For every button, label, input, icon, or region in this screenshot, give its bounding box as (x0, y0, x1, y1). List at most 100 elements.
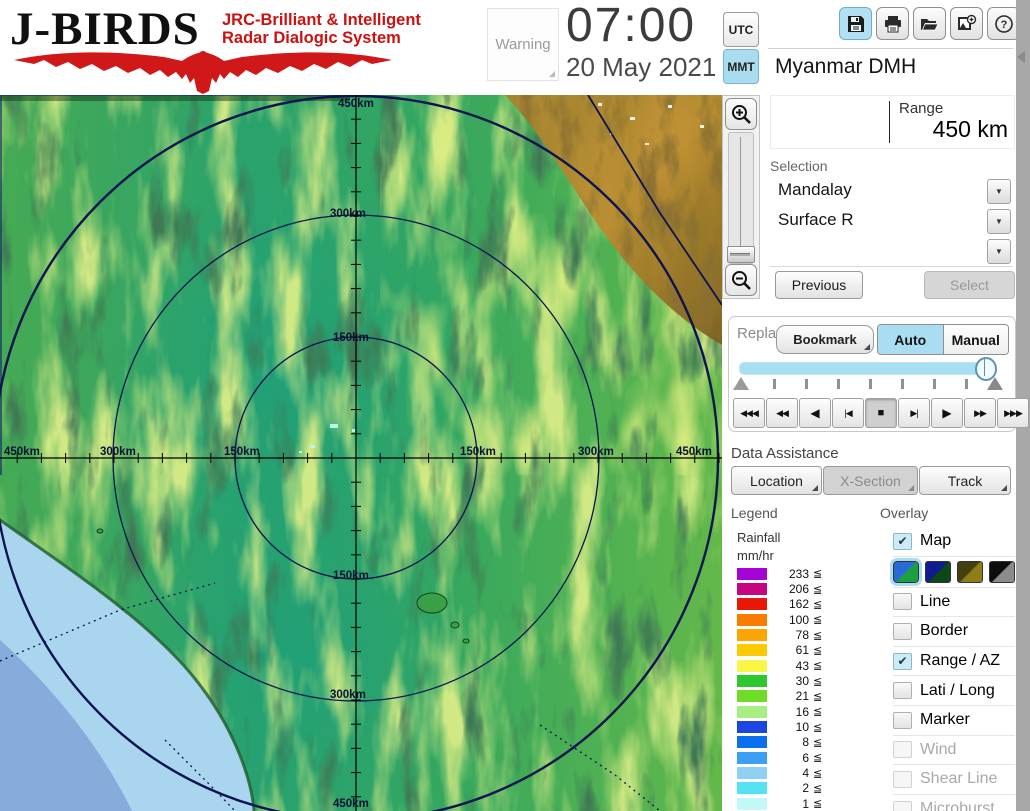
open-file-button[interactable] (913, 7, 946, 40)
checked-checkbox-range-az[interactable]: ✔ (893, 652, 912, 670)
step-forward-button[interactable]: ▶| (898, 398, 930, 428)
svg-text:300km: 300km (100, 446, 136, 458)
chevron-down-icon[interactable]: ▼ (987, 209, 1011, 234)
replay-panel: Replay Bookmark Auto Manual ◀◀◀ ◀◀ ◀ |◀ ■ ▶| ▶… (728, 316, 1029, 432)
forward-double-button[interactable]: ▶▶ (964, 398, 996, 428)
legend-color-swatch (737, 751, 767, 764)
checkbox-wind (893, 741, 912, 759)
legend-row: 78 ≦ (737, 627, 857, 642)
replay-timeline-track[interactable] (739, 362, 993, 375)
checkbox-marker[interactable] (893, 711, 912, 729)
map-style-swatch-terrain-dark[interactable] (925, 560, 951, 583)
utc-button[interactable]: UTC (723, 12, 759, 47)
legend-row: 16 ≦ (737, 704, 857, 719)
overlay-label: Shear Line (920, 770, 998, 788)
zoom-slider-rail[interactable] (728, 132, 754, 264)
legend-color-swatch (737, 736, 767, 749)
previous-button[interactable]: Previous (775, 271, 863, 299)
legend-color-swatch (737, 613, 767, 626)
map-style-swatch-terrain-gray[interactable] (989, 560, 1015, 583)
mmt-button[interactable]: MMT (723, 49, 759, 84)
step-back-button[interactable]: |◀ (832, 398, 864, 428)
warning-button[interactable]: Warning (487, 8, 559, 81)
legend-row: 2 ≦ (737, 781, 857, 796)
play-button[interactable]: ▶ (931, 398, 963, 428)
legend-operator: ≦ (813, 675, 823, 688)
checkbox-line[interactable] (893, 593, 912, 611)
product-dropdown[interactable]: Surface R ▼ (770, 206, 1013, 237)
overlay-item-line[interactable]: Line (893, 588, 1015, 618)
zoom-in-button[interactable] (725, 98, 757, 130)
overlay-item-map[interactable]: ✔ Map (893, 527, 1015, 557)
xsection-button[interactable]: X-Section (823, 466, 918, 495)
rewind-double-button[interactable]: ◀◀ (766, 398, 798, 428)
legend-value: 78 (795, 628, 809, 643)
legend-value: 30 (795, 674, 809, 689)
stop-button[interactable]: ■ (865, 398, 897, 428)
legend-row: 61 ≦ (737, 643, 857, 658)
station-dropdown[interactable]: Mandalay ▼ (770, 176, 1013, 207)
legend-color-swatch (737, 629, 767, 642)
legend-operator: ≦ (813, 598, 823, 611)
legend-operator: ≦ (813, 614, 823, 627)
zoom-out-button[interactable] (725, 264, 757, 296)
magnifier-minus-icon (732, 271, 751, 290)
legend-value: 16 (795, 704, 809, 719)
map-style-swatch-terrain-color[interactable] (890, 557, 922, 586)
location-button[interactable]: Location (731, 466, 822, 495)
play-reverse-button[interactable]: ◀ (799, 398, 831, 428)
forward-triple-button[interactable]: ▶▶▶ (997, 398, 1029, 428)
checkbox-lati-long[interactable] (893, 682, 912, 700)
legend-value: 1 (802, 796, 809, 811)
save-button[interactable] (839, 7, 872, 40)
overlay-item-lati-long[interactable]: Lati / Long (893, 676, 1015, 706)
legend-row: 6 ≦ (737, 750, 857, 765)
zoom-widget (722, 95, 760, 299)
clock-time: 07:00 (566, 0, 697, 52)
checked-checkbox-map[interactable]: ✔ (893, 532, 912, 550)
export-image-button[interactable] (950, 7, 983, 40)
save-icon (847, 15, 864, 32)
legend-value: 43 (795, 658, 809, 673)
map-style-swatch-terrain-olive[interactable] (957, 560, 983, 583)
checkbox-shear-line (893, 770, 912, 788)
rewind-triple-button[interactable]: ◀◀◀ (733, 398, 765, 428)
clock-date: 20 May 2021 (566, 52, 717, 82)
track-button[interactable]: Track (919, 466, 1011, 495)
help-icon: ? (994, 14, 1013, 33)
timeline-ticks (729, 377, 1015, 393)
svg-text:150km: 150km (333, 570, 369, 582)
option-dropdown[interactable]: ▼ (770, 236, 1013, 267)
checkbox-border[interactable] (893, 622, 912, 640)
bookmark-button[interactable]: Bookmark (776, 325, 874, 354)
overlay-title: Overlay (880, 505, 929, 521)
svg-text:450km: 450km (338, 98, 374, 110)
panel-collapse-arrow-icon[interactable] (1017, 51, 1025, 63)
overlay-label: Lati / Long (920, 681, 995, 699)
manual-button[interactable]: Manual (943, 325, 1008, 354)
legend-value: 100 (788, 612, 809, 627)
svg-text:450km: 450km (4, 446, 40, 458)
overlay-item-border[interactable]: Border (893, 617, 1015, 647)
data-assistance-label: Data Assistance (731, 445, 839, 462)
checkbox-microburst (893, 800, 912, 811)
legend-row: 1 ≦ (737, 796, 857, 811)
legend-row: 21 ≦ (737, 689, 857, 704)
selection-label: Selection (770, 158, 828, 174)
product-value: Surface R (778, 210, 854, 229)
chevron-down-icon[interactable]: ▼ (987, 179, 1011, 204)
auto-button[interactable]: Auto (878, 325, 944, 354)
timeline-end-marker[interactable] (987, 377, 1003, 390)
zoom-slider-thumb[interactable] (727, 246, 755, 263)
legend-operator: ≦ (813, 721, 823, 734)
timeline-start-marker[interactable] (733, 377, 749, 390)
legend-color-swatch (737, 767, 767, 780)
chevron-down-icon[interactable]: ▼ (987, 239, 1011, 264)
print-button[interactable] (876, 7, 909, 40)
radar-map-canvas[interactable]: 450km 300km 150km 150km 300km 450km 450k… (0, 95, 722, 811)
overlay-label: Map (920, 532, 952, 550)
select-button[interactable]: Select (924, 271, 1015, 299)
overlay-label: Wind (920, 740, 957, 758)
overlay-item-marker[interactable]: Marker (893, 706, 1015, 736)
overlay-item-range-az[interactable]: ✔ Range / AZ (893, 647, 1015, 677)
